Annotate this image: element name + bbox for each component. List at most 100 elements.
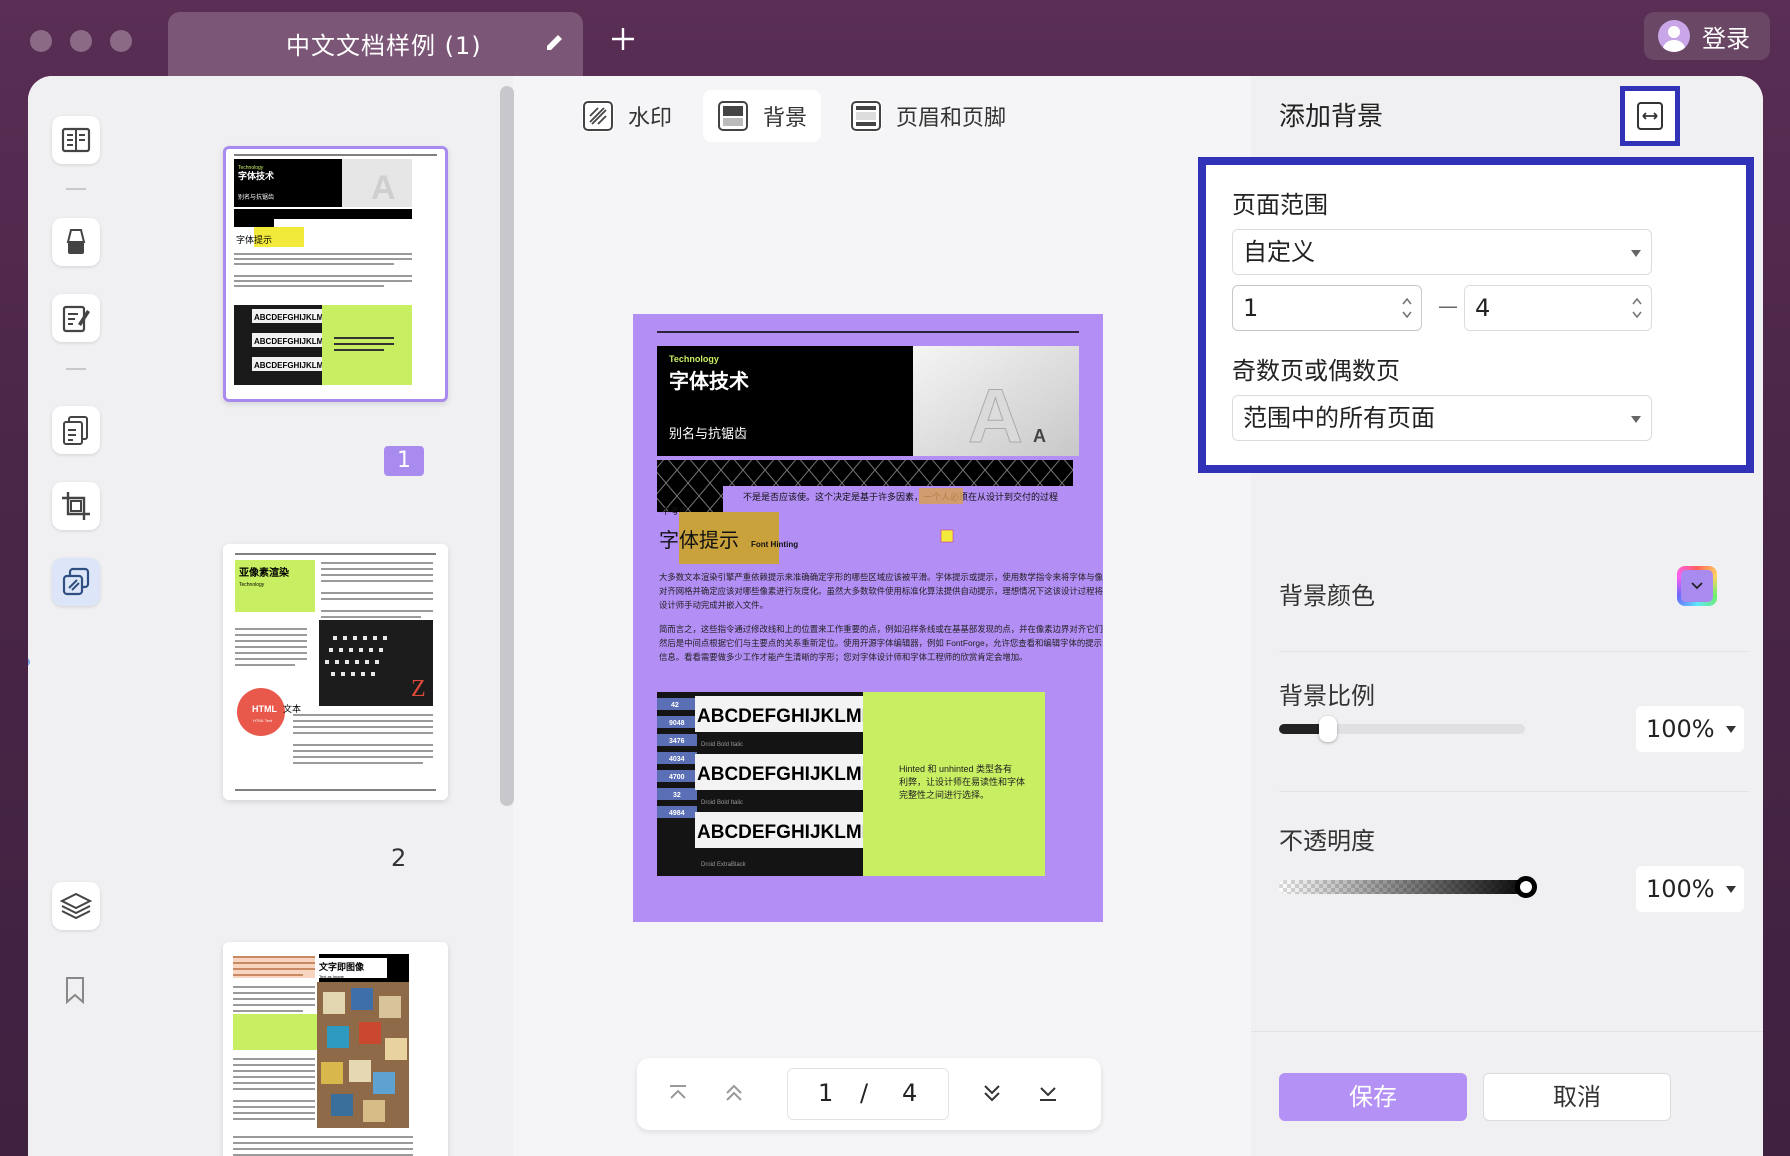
opacity-slider-handle[interactable] (1515, 876, 1537, 898)
thumbnail-page-1[interactable]: A Technology 字体技术 别名与抗锯齿 字体提示 ABCDEFGHIJ… (223, 146, 448, 402)
page-tools-button[interactable] (52, 558, 100, 606)
thumbnail-page-3[interactable]: 文字即图像 Text as Image (223, 942, 448, 1156)
document-tab[interactable]: 中文文档样例 (1) (168, 12, 583, 78)
bg-ratio-value: 100% (1646, 715, 1715, 743)
ruler-number: 32 (673, 792, 681, 799)
thumbnail-page-1-number: 1 (384, 446, 424, 476)
ruler-number: 4034 (669, 756, 685, 763)
tool-background[interactable]: 背景 (703, 90, 822, 142)
cancel-button[interactable]: 取消 (1483, 1073, 1671, 1121)
range-from-input[interactable]: 1 (1232, 285, 1422, 331)
range-to-input[interactable]: 4 (1464, 285, 1652, 331)
svg-text:利弊，让设计师在易读性和字体: 利弊，让设计师在易读性和字体 (899, 776, 1025, 787)
svg-text:A: A (371, 169, 396, 207)
reader-mode-button[interactable] (52, 116, 100, 164)
previous-page-icon[interactable] (717, 1076, 751, 1110)
svg-text:Z: Z (411, 676, 426, 702)
ruler-caption: Droid Bold Italic (701, 800, 743, 806)
caret-down-icon (1726, 726, 1736, 733)
thumbnail-panel: A Technology 字体技术 别名与抗锯齿 字体提示 ABCDEFGHIJ… (123, 76, 513, 1156)
close-window-button[interactable] (30, 30, 52, 52)
ruler-caption: Droid ExtraBlack (701, 862, 747, 868)
preview-subtitle: 别名与抗锯齿 (669, 426, 747, 441)
highlight-tool-button[interactable] (52, 218, 100, 266)
svg-text:别名与抗锯齿: 别名与抗锯齿 (238, 193, 274, 201)
login-label: 登录 (1702, 24, 1750, 53)
bg-color-picker[interactable] (1677, 566, 1717, 606)
layers-button[interactable] (52, 882, 100, 930)
chevron-down-icon (1691, 582, 1703, 590)
layers-icon (60, 892, 92, 920)
stacked-pages-icon (62, 567, 90, 596)
document-view: 水印 背景 页眉和页脚 A A Technology 字体技术 别名与抗锯齿 不… (518, 76, 1278, 1156)
svg-text:简而言之，这些指令通过修改线和上的位置来工作重要的点，例如沿: 简而言之，这些指令通过修改线和上的位置来工作重要的点，例如沿样条线或在基基部发现… (659, 624, 1103, 634)
opacity-value: 100% (1646, 875, 1715, 903)
svg-text:设计师手动完成并嵌入文件。: 设计师手动完成并嵌入文件。 (659, 600, 768, 610)
fit-width-button[interactable] (1620, 86, 1680, 146)
preview-lead: 不是是否应该使。这个决定是基于许多因素，一个人必须在从设计到交付的过程 (743, 491, 1058, 502)
first-page-icon[interactable] (661, 1076, 695, 1110)
next-page-icon[interactable] (975, 1076, 1009, 1110)
rename-pencil-icon[interactable] (543, 30, 567, 54)
thumbnail-page-2[interactable]: 亚像素渲染 Technology Z HTML 文本 HTML Text (223, 544, 448, 800)
zoom-window-button[interactable] (110, 30, 132, 52)
tool-watermark[interactable]: 水印 (568, 90, 686, 142)
current-page: 1 (818, 1079, 834, 1107)
page-range-select[interactable]: 自定义 (1232, 229, 1652, 275)
chevron-down-icon (1631, 416, 1641, 423)
odd-even-select[interactable]: 范围中的所有页面 (1232, 395, 1652, 441)
bg-color-label: 背景颜色 (1279, 582, 1375, 610)
abc-line-3: ABCDEFGHIJKLMNC (697, 822, 889, 843)
background-icon (717, 100, 749, 132)
pages-icon (63, 416, 88, 445)
range-to-value: 4 (1475, 294, 1491, 322)
odd-even-label: 奇数页或偶数页 (1232, 357, 1400, 385)
bookmark-icon[interactable] (64, 976, 86, 1004)
svg-text:完整性之间进行选择。: 完整性之间进行选择。 (899, 789, 989, 800)
book-icon (61, 127, 91, 153)
ruler-number: 4700 (669, 774, 685, 781)
tab-title: 中文文档样例 (1) (286, 32, 482, 60)
new-tab-plus-icon[interactable] (608, 24, 638, 54)
thumbnail-page-2-number: 2 (391, 844, 407, 872)
edit-tool-button[interactable] (52, 294, 100, 342)
opacity-slider-track[interactable] (1279, 880, 1535, 894)
thumbnail-page-1-image: A Technology 字体技术 别名与抗锯齿 字体提示 ABCDEFGHIJ… (226, 149, 445, 399)
organize-pages-button[interactable] (52, 406, 100, 454)
svg-text:大多数文本渲染引擎严重依赖提示来准确确定字形的哪些区域应该被: 大多数文本渲染引擎严重依赖提示来准确确定字形的哪些区域应该被平滑。字体提示或提示… (659, 572, 1103, 582)
tool-header-footer-label: 页眉和页脚 (896, 106, 1007, 131)
bg-ratio-select[interactable]: 100% (1636, 706, 1744, 752)
bg-ratio-slider-handle[interactable] (1319, 716, 1338, 742)
range-dash: — (1438, 294, 1458, 318)
active-indicator-dot (28, 658, 30, 666)
svg-text:字体技术: 字体技术 (238, 170, 274, 181)
stepper-icon[interactable] (1631, 294, 1643, 322)
svg-text:亚像素渲染: 亚像素渲染 (239, 566, 290, 579)
ruler-number: 3476 (669, 738, 685, 745)
login-button[interactable]: 登录 (1644, 12, 1770, 60)
page-preview[interactable]: A A Technology 字体技术 别名与抗锯齿 不是是否应该使。这个决定是… (633, 314, 1128, 922)
page-navigator: 1 / 4 (637, 1058, 1101, 1130)
preview-tag: Technology (669, 354, 719, 364)
minimize-window-button[interactable] (70, 30, 92, 52)
crop-tool-button[interactable] (52, 482, 100, 530)
ruler-caption: Droid Bold Italic (701, 742, 743, 748)
opacity-label: 不透明度 (1279, 827, 1375, 855)
opacity-select[interactable]: 100% (1636, 866, 1744, 912)
header-footer-icon (850, 100, 882, 132)
page-number-field[interactable]: 1 / 4 (787, 1068, 949, 1120)
thumbnail-scrollbar[interactable] (500, 86, 514, 806)
edit-document-icon (62, 305, 90, 333)
ruler-number: 4984 (669, 810, 685, 817)
divider (1279, 791, 1749, 792)
last-page-icon[interactable] (1031, 1076, 1065, 1110)
rail-divider (66, 188, 86, 190)
save-button[interactable]: 保存 (1279, 1073, 1467, 1121)
page-separator: / (860, 1079, 869, 1107)
stepper-icon[interactable] (1401, 294, 1413, 322)
preview-title: 字体技术 (669, 369, 749, 393)
footer-divider (1251, 1031, 1763, 1032)
svg-text:字体提示: 字体提示 (236, 234, 272, 245)
ruler-number: 9048 (669, 720, 685, 727)
tool-header-footer[interactable]: 页眉和页脚 (836, 90, 1020, 142)
